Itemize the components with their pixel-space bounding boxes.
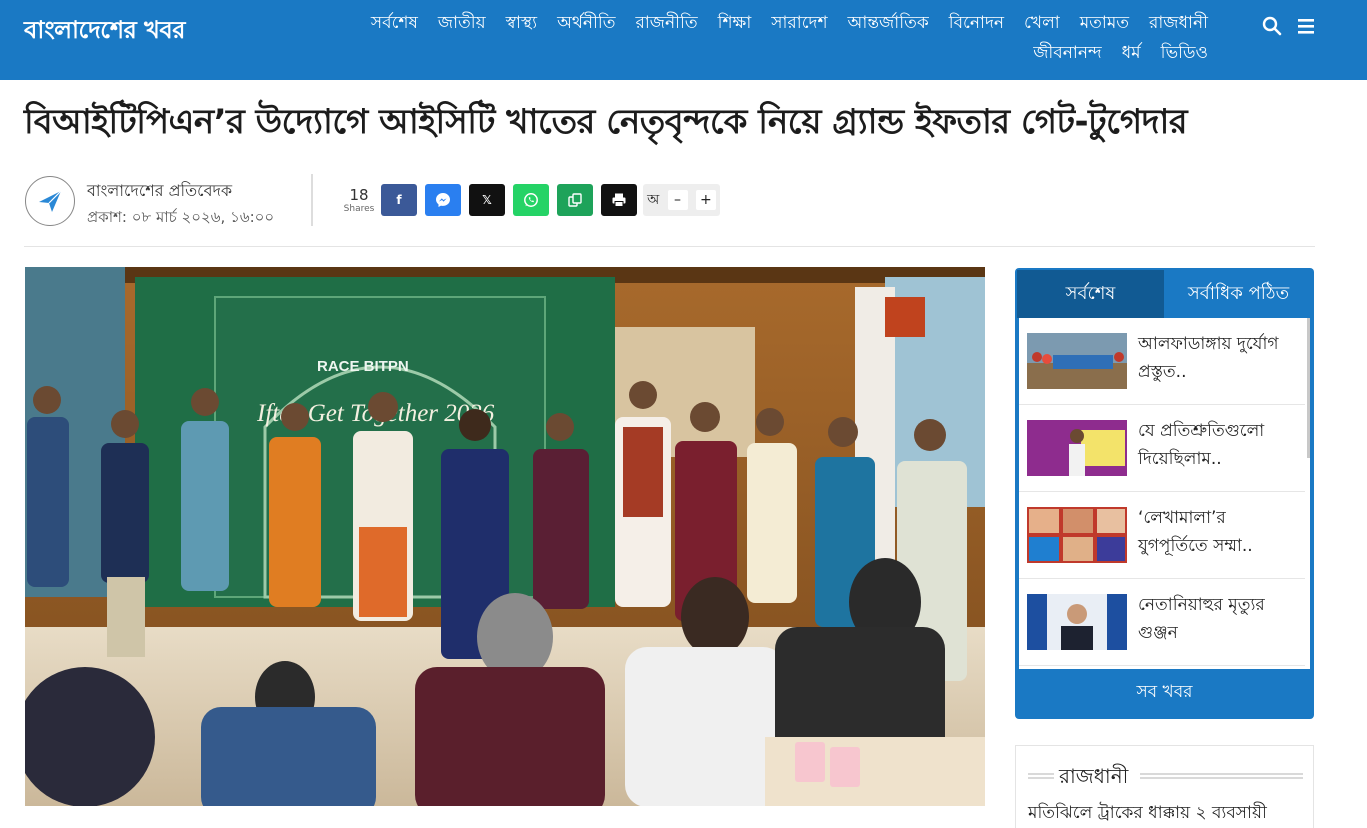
nav-item-health[interactable]: স্বাস্থ্য: [506, 12, 537, 34]
list-item[interactable]: ‘লেখামালা’র যুগপূর্তিতে সম্মা..: [1019, 492, 1305, 579]
nav-item-international[interactable]: আন্তর্জাতিক: [848, 12, 929, 34]
nav-item-sports[interactable]: খেলা: [1024, 12, 1060, 34]
list-item[interactable]: আলফাডাঙ্গায় দুর্যোগ প্রস্তুত..: [1019, 318, 1305, 405]
news-list-scrollbar[interactable]: [1307, 318, 1310, 458]
capital-section-box: রাজধানী মতিঝিলে ট্রাকের ধাক্কায় ২ ব্যবস…: [1015, 745, 1314, 828]
whatsapp-icon: [524, 193, 538, 207]
site-header: বাংলাদেশের খবর সর্বশেষ জাতীয় স্বাস্থ্য …: [0, 0, 1367, 80]
nav-item-education[interactable]: শিক্ষা: [718, 12, 752, 34]
x-icon: 𝕏: [482, 193, 492, 207]
copy-link-button[interactable]: [557, 184, 593, 216]
share-count-number: 18: [349, 186, 369, 204]
news-thumbnail: [1027, 507, 1127, 563]
nav-item-politics[interactable]: রাজনীতি: [636, 12, 698, 34]
header-icons: [1262, 16, 1316, 36]
main-nav: সর্বশেষ জাতীয় স্বাস্থ্য অর্থনীতি রাজনীত…: [318, 12, 1208, 64]
nav-item-religion[interactable]: ধর্ম: [1122, 42, 1141, 64]
font-size-control: অ – +: [643, 184, 720, 216]
font-size-label: অ: [647, 192, 660, 208]
news-title[interactable]: নেতানিয়াহুর মৃত্যুর গুঞ্জন: [1138, 591, 1298, 647]
article-headline: বিআইটিপিএন’র উদ্যোগে আইসিটি খাতের নেতৃবৃ…: [24, 102, 1188, 142]
news-thumbnail: [1027, 420, 1127, 476]
print-button[interactable]: [601, 184, 637, 216]
messenger-share-button[interactable]: [425, 184, 461, 216]
news-list[interactable]: আলফাডাঙ্গায় দুর্যোগ প্রস্তুত.. যে প্রতি…: [1019, 318, 1310, 669]
publish-date: প্রকাশ: ০৮ মার্চ ২০২৬, ১৬:০০: [87, 208, 275, 226]
news-title[interactable]: আলফাডাঙ্গায় দুর্যোগ প্রস্তুত..: [1138, 330, 1298, 386]
site-logo[interactable]: বাংলাদেশের খবর: [24, 12, 185, 52]
author-name[interactable]: বাংলাদেশের প্রতিবেদক: [87, 178, 232, 205]
share-count-label: Shares: [343, 204, 375, 214]
all-news-button[interactable]: সব খবর: [1015, 669, 1314, 717]
nav-item-national[interactable]: জাতীয়: [438, 12, 486, 34]
share-count: 18 Shares: [338, 186, 380, 214]
messenger-icon: [436, 193, 450, 207]
nav-item-economy[interactable]: অর্থনীতি: [557, 12, 615, 34]
nav-item-country[interactable]: সারাদেশ: [771, 12, 827, 34]
search-icon[interactable]: [1262, 16, 1282, 36]
news-thumbnail: [1027, 594, 1127, 650]
news-thumbnail: [1027, 333, 1127, 389]
paper-plane-icon: [39, 190, 62, 212]
photo-banner-brands: RACE BITPN: [317, 358, 409, 375]
print-icon: [612, 193, 626, 207]
section-title-decoration: [1028, 773, 1054, 779]
nav-item-jibanananda[interactable]: জীবনানন্দ: [1033, 42, 1101, 64]
font-increase-button[interactable]: +: [695, 190, 716, 210]
nav-item-opinion[interactable]: মতামত: [1080, 12, 1129, 34]
news-title[interactable]: ‘লেখামালা’র যুগপূর্তিতে সম্মা..: [1138, 504, 1298, 560]
x-share-button[interactable]: 𝕏: [469, 184, 505, 216]
byline-divider: [311, 174, 313, 226]
facebook-share-button[interactable]: f: [381, 184, 417, 216]
latest-news-widget: সর্বশেষ সর্বাধিক পঠিত আলফাডাঙ্গায় দুর্য…: [1015, 268, 1314, 719]
nav-item-entertainment[interactable]: বিনোদন: [949, 12, 1004, 34]
font-decrease-button[interactable]: –: [667, 190, 688, 210]
section-title[interactable]: রাজধানী: [1056, 762, 1132, 795]
nav-item-latest[interactable]: সর্বশেষ: [371, 12, 418, 34]
nav-item-video[interactable]: ভিডিও: [1161, 42, 1208, 64]
tab-latest[interactable]: সর্বশেষ: [1017, 270, 1164, 318]
whatsapp-share-button[interactable]: [513, 184, 549, 216]
nav-item-capital[interactable]: রাজধানী: [1149, 12, 1208, 34]
section-title-decoration: [1140, 773, 1303, 779]
lead-photo[interactable]: RACE BITPN Iftar Get Together 2026: [25, 267, 985, 806]
author-avatar: [25, 176, 75, 226]
menu-icon[interactable]: [1296, 16, 1316, 36]
byline-bottom-divider: [24, 246, 1315, 247]
tab-most-read[interactable]: সর্বাধিক পঠিত: [1165, 270, 1312, 318]
list-item[interactable]: যে প্রতিশ্রুতিগুলো দিয়েছিলাম..: [1019, 405, 1305, 492]
news-title[interactable]: যে প্রতিশ্রুতিগুলো দিয়েছিলাম..: [1138, 417, 1298, 473]
facebook-icon: f: [396, 193, 402, 207]
copy-icon: [568, 193, 582, 207]
section-first-headline[interactable]: মতিঝিলে ট্রাকের ধাক্কায় ২ ব্যবসায়ী: [1028, 800, 1267, 828]
list-item[interactable]: নেতানিয়াহুর মৃত্যুর গুঞ্জন: [1019, 579, 1305, 666]
